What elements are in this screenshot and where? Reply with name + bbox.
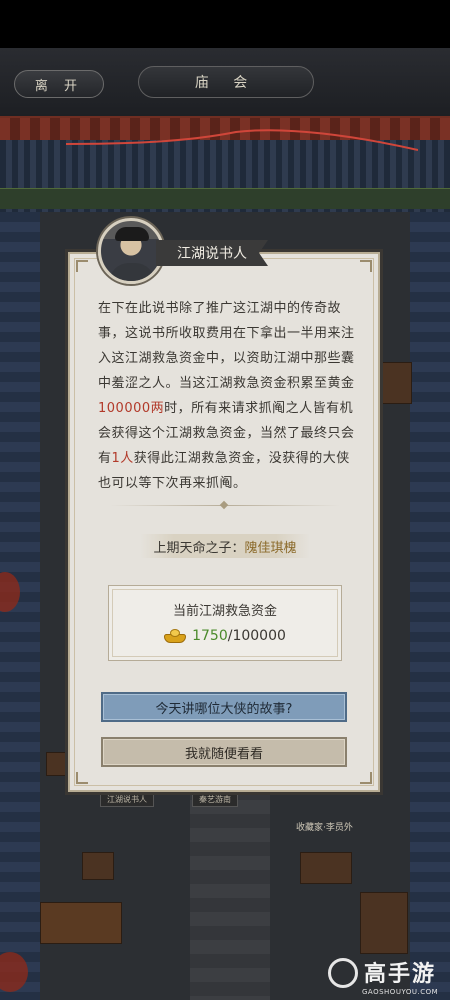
corner-ornament <box>76 772 88 784</box>
watermark-brand: 高手游 <box>364 962 437 987</box>
npc-collector-tag[interactable]: 收藏家·李员外 <box>296 820 353 833</box>
location-title: 庙 会 <box>138 66 314 98</box>
watermark-url: GAOSHOUYOU.COM <box>362 988 439 996</box>
hear-story-button[interactable]: 今天讲哪位大侠的故事? <box>101 692 347 722</box>
hear-story-label: 今天讲哪位大侠的故事? <box>155 701 293 717</box>
crate <box>300 852 352 884</box>
storyteller-sign: 江湖说书人 <box>100 792 154 807</box>
relief-fund-panel: 当前江湖救急资金 1750/100000 <box>108 585 342 661</box>
just-browse-button[interactable]: 我就随便看看 <box>101 737 347 767</box>
booth-sign: 秦艺游南 <box>192 792 238 807</box>
fund-title: 当前江湖救急资金 <box>172 604 277 619</box>
corner-ornament <box>360 772 372 784</box>
red-ribbon <box>66 129 418 151</box>
avatar-hair <box>115 227 149 241</box>
avatar-body <box>109 263 155 281</box>
fund-progress: 1750/100000 <box>109 628 341 644</box>
story-part-1: 在下在此说书除了推广这江湖中的传奇故事，这说书所收取费用在下拿出一半用来注入这江… <box>98 301 355 391</box>
last-winner: 上期天命之子： 隗佳琪槐 <box>140 534 310 558</box>
cart <box>40 902 122 944</box>
location-title-text: 庙 会 <box>194 75 258 91</box>
last-winner-label: 上期天命之子： <box>153 540 245 556</box>
just-browse-label: 我就随便看看 <box>184 746 263 762</box>
crate <box>82 852 114 880</box>
storyteller-avatar <box>98 218 164 284</box>
story-text: 在下在此说书除了推广这江湖中的传奇故事，这说书所收取费用在下拿出一半用来注入这江… <box>98 296 356 496</box>
fund-max: 100000 <box>232 628 286 644</box>
gold-ingot-icon <box>164 629 187 643</box>
crate <box>360 892 408 954</box>
fund-separator: / <box>227 628 233 644</box>
speaker-name-tag: 江湖说书人 <box>156 240 268 266</box>
watermark: 高手游 GAOSHOUYOU.COM <box>328 958 446 998</box>
speaker-name: 江湖说书人 <box>177 246 247 262</box>
winner-count: 1人 <box>111 451 134 466</box>
right-wall <box>410 212 450 1000</box>
roof-rail <box>0 188 450 209</box>
leave-button[interactable]: 离 开 <box>14 70 104 98</box>
story-part-3: 获得此江湖救急资金，没获得的大侠也可以等下次再来抓阄。 <box>98 451 350 491</box>
fund-current: 1750 <box>192 628 228 644</box>
status-bar <box>0 0 450 48</box>
barrel <box>380 362 412 404</box>
gold-amount: 100000两 <box>98 401 165 416</box>
watermark-logo-icon <box>328 958 358 988</box>
divider <box>110 500 340 510</box>
corner-ornament <box>76 260 88 272</box>
last-winner-name: 隗佳琪槐 <box>244 540 297 556</box>
corner-ornament <box>360 260 372 272</box>
